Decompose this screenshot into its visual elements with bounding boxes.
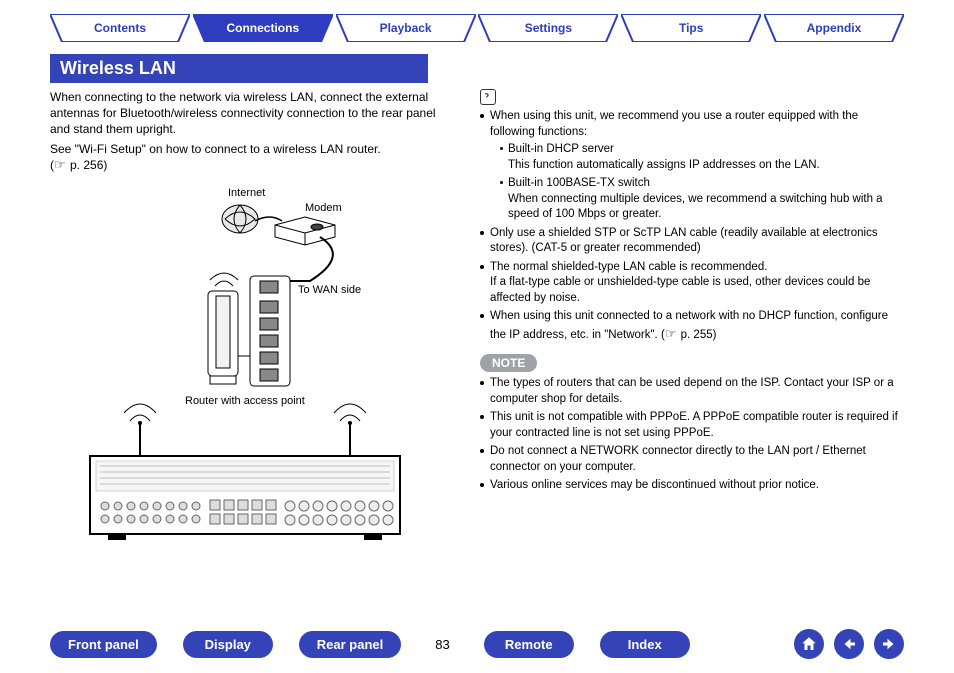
bullet-normal-cable: The normal shielded-type LAN cable is re… (480, 260, 904, 307)
intro-text: When connecting to the network via wirel… (50, 89, 450, 138)
bullet-router-rec: When using this unit, we recommend you u… (480, 109, 904, 223)
bottom-nav: Front panel Display Rear panel 83 Remote… (0, 629, 954, 659)
page-ref-255[interactable]: p. 255) (681, 329, 717, 341)
btn-rear-panel[interactable]: Rear panel (299, 631, 401, 658)
svg-text:To WAN side: To WAN side (298, 284, 361, 296)
pointer-icon: ☞ (54, 157, 66, 172)
label-internet: Internet (228, 187, 265, 199)
tab-label: Appendix (807, 21, 862, 35)
wifi-setup-text: See "Wi-Fi Setup" on how to connect to a… (50, 142, 450, 156)
sub-dhcp: Built-in DHCP server This function autom… (500, 142, 904, 173)
sub-100base: Built-in 100BASE-TX switch When connecti… (500, 176, 904, 223)
pointer-icon: ☞ (665, 326, 677, 341)
prev-button[interactable] (834, 629, 864, 659)
btn-index[interactable]: Index (600, 631, 690, 658)
tab-appendix[interactable]: Appendix (764, 14, 904, 42)
tab-label: Settings (525, 21, 572, 35)
note-services: Various online services may be discontin… (480, 478, 904, 494)
network-diagram: Internet Modem To WAN side (50, 181, 430, 541)
svg-text:Router with access point: Router with access point (185, 395, 305, 407)
page-number: 83 (435, 637, 449, 652)
tab-contents[interactable]: Contents (50, 14, 190, 42)
info-icon (480, 89, 496, 105)
tab-settings[interactable]: Settings (478, 14, 618, 42)
next-button[interactable] (874, 629, 904, 659)
bullet-shielded-cable: Only use a shielded STP or ScTP LAN cabl… (480, 226, 904, 257)
home-button[interactable] (794, 629, 824, 659)
tab-connections[interactable]: Connections (193, 14, 333, 42)
tab-label: Connections (226, 21, 299, 35)
tab-label: Playback (380, 21, 432, 35)
left-column: When connecting to the network via wirel… (50, 89, 450, 541)
arrow-left-icon (840, 635, 858, 653)
tab-label: Tips (679, 21, 703, 35)
top-tabs: Contents Connections Playback Settings T… (0, 0, 954, 42)
tab-tips[interactable]: Tips (621, 14, 761, 42)
bullet-no-dhcp: When using this unit connected to a netw… (480, 309, 904, 343)
svg-text:Modem: Modem (305, 202, 342, 214)
btn-display[interactable]: Display (183, 631, 273, 658)
btn-front-panel[interactable]: Front panel (50, 631, 157, 658)
arrow-right-icon (880, 635, 898, 653)
note-pppoe: This unit is not compatible with PPPoE. … (480, 410, 904, 441)
btn-remote[interactable]: Remote (484, 631, 574, 658)
home-icon (800, 635, 818, 653)
page-ref-256[interactable]: (☞ p. 256) (50, 157, 450, 173)
section-heading: Wireless LAN (50, 54, 428, 83)
note-direct-connect: Do not connect a NETWORK connector direc… (480, 444, 904, 475)
tab-label: Contents (94, 21, 146, 35)
right-column: When using this unit, we recommend you u… (480, 89, 904, 541)
note-isp: The types of routers that can be used de… (480, 376, 904, 407)
note-label: NOTE (480, 354, 537, 372)
tab-playback[interactable]: Playback (336, 14, 476, 42)
